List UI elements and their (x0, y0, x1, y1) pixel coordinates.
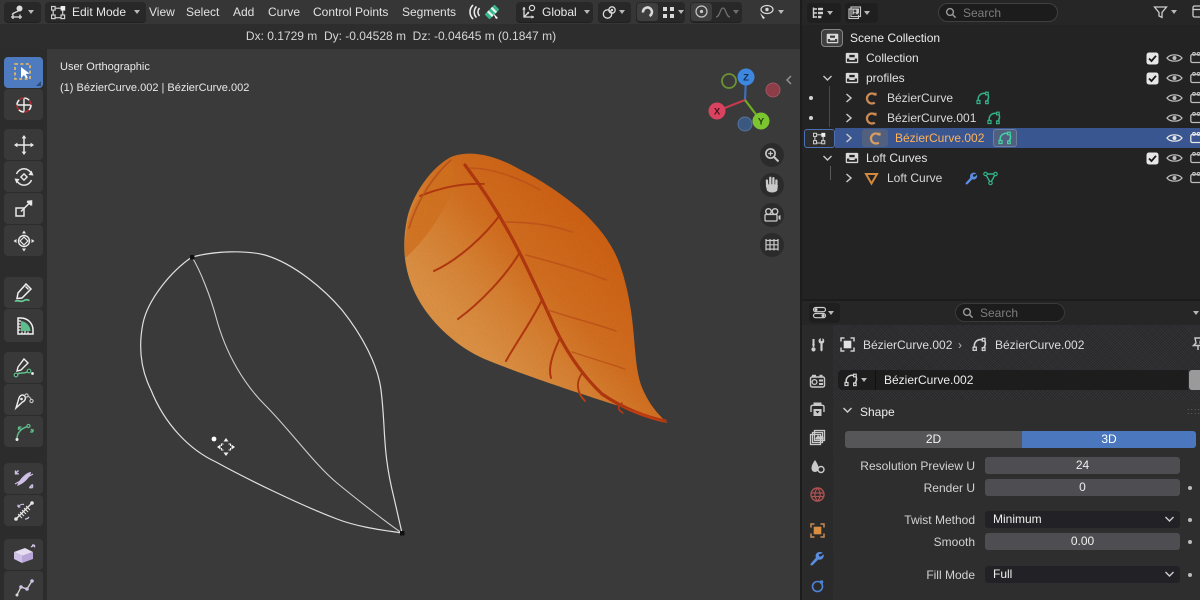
svg-text:Y: Y (758, 117, 765, 128)
svg-text:Z: Z (743, 73, 749, 84)
svg-text:X: X (714, 107, 721, 118)
